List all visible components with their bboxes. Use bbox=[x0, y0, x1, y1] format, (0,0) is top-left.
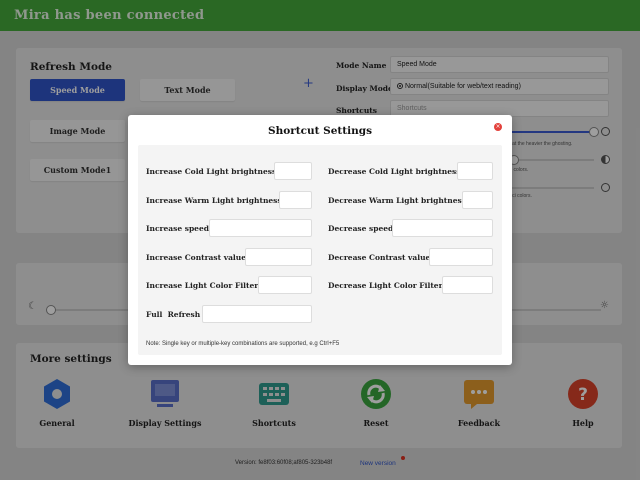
dec-speed-label: Decrease speed bbox=[328, 224, 394, 233]
shortcut-note: Note: Single key or multiple-key combina… bbox=[146, 341, 340, 347]
inc-speed-label: Increase speed bbox=[146, 224, 209, 233]
shortcut-settings-dialog: Shortcut Settings × Increase Cold Light … bbox=[128, 115, 512, 365]
inc-cold-input[interactable] bbox=[274, 162, 312, 180]
dialog-title: Shortcut Settings bbox=[268, 125, 372, 137]
full-refresh-label: Full Refresh bbox=[146, 310, 201, 319]
inc-filter-label: Increase Light Color Filter bbox=[146, 281, 259, 290]
inc-speed-input[interactable] bbox=[209, 219, 312, 237]
dec-warm-label: Decrease Warm Light brightness bbox=[328, 196, 466, 205]
inc-cold-label: Increase Cold Light brightness bbox=[146, 167, 277, 176]
dec-contrast-label: Decrease Contrast value bbox=[328, 253, 431, 262]
dec-filter-input[interactable] bbox=[442, 276, 493, 294]
full-refresh-input[interactable] bbox=[202, 305, 312, 323]
inc-contrast-label: Increase Contrast value bbox=[146, 253, 247, 262]
inc-filter-input[interactable] bbox=[258, 276, 312, 294]
dialog-body: Increase Cold Light brightness Decrease … bbox=[138, 145, 502, 355]
close-icon[interactable]: × bbox=[494, 123, 502, 131]
dec-speed-input[interactable] bbox=[392, 219, 493, 237]
inc-warm-input[interactable] bbox=[279, 191, 312, 209]
inc-warm-label: Increase Warm Light brightness bbox=[146, 196, 282, 205]
dec-contrast-input[interactable] bbox=[429, 248, 493, 266]
dec-cold-label: Decrease Cold Light brightness bbox=[328, 167, 461, 176]
inc-contrast-input[interactable] bbox=[245, 248, 312, 266]
dec-filter-label: Decrease Light Color Filter bbox=[328, 281, 443, 290]
dec-cold-input[interactable] bbox=[457, 162, 493, 180]
dec-warm-input[interactable] bbox=[462, 191, 493, 209]
